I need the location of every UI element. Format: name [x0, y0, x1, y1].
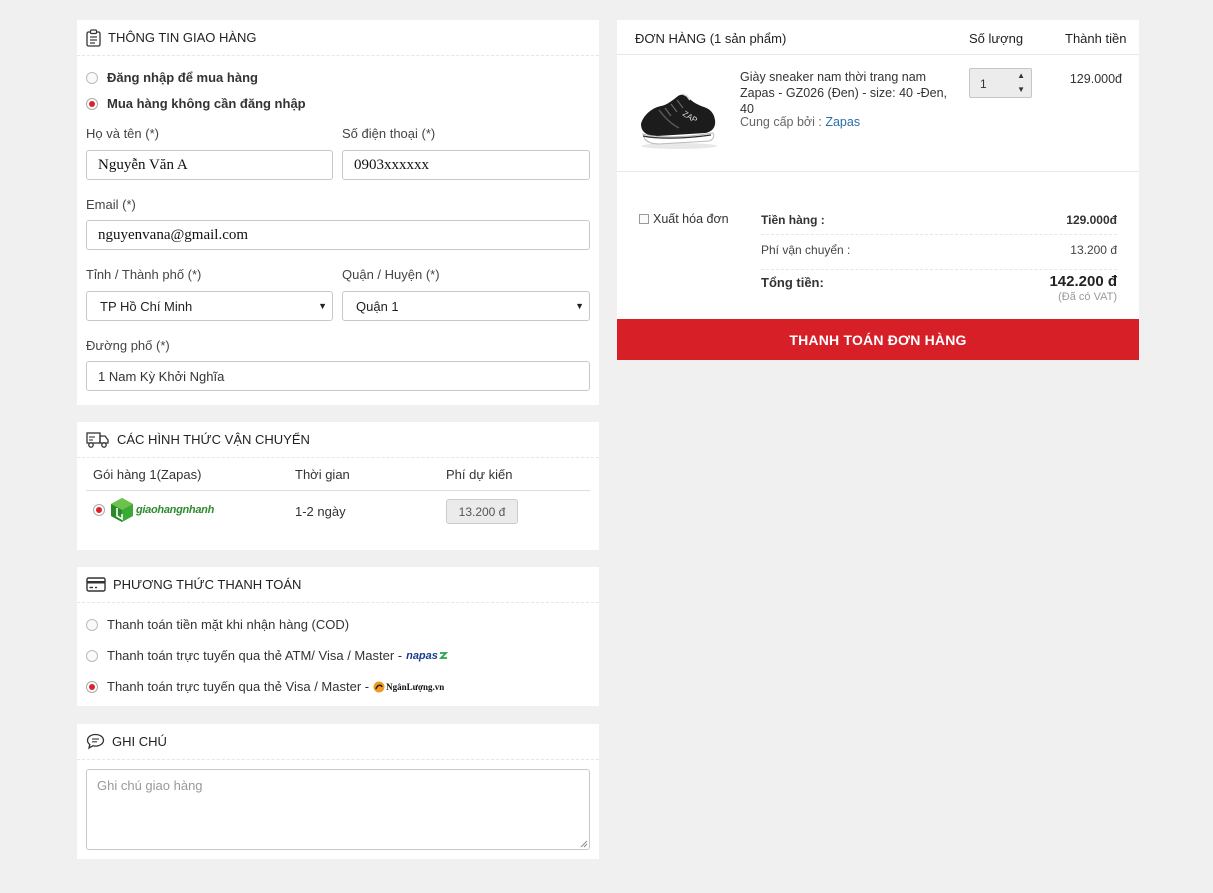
grand-total-value: 142.200 đ [1049, 273, 1117, 290]
guest-option-radio[interactable] [86, 97, 98, 110]
payment-title: PHƯƠNG THỨC THANH TOÁN [113, 577, 302, 592]
order-panel: ĐƠN HÀNG (1 sản phẩm) Số lượng Thành tiề… [617, 20, 1139, 319]
payment-visa-label: Thanh toán trực tuyến qua thẻ Visa / Mas… [107, 679, 370, 694]
clipboard-icon [86, 28, 101, 47]
shipping-info-header: THÔNG TIN GIAO HÀNG [77, 20, 599, 56]
supplier-link[interactable]: Zapas [825, 115, 860, 129]
notes-placeholder: Ghi chú giao hàng [97, 778, 203, 793]
phone-label: Số điện thoại (*) [342, 126, 436, 141]
invoice-label: Xuất hóa đơn [653, 212, 729, 226]
payment-option-cod[interactable]: Thanh toán tiền mặt khi nhận hàng (COD) [86, 617, 349, 632]
credit-card-icon [86, 577, 106, 592]
city-label: Tỉnh / Thành phố (*) [86, 267, 202, 282]
shipping-method-radio[interactable] [93, 504, 105, 516]
col-package: Gói hàng 1(Zapas) [93, 467, 202, 482]
line-total: 129.000đ [1069, 72, 1122, 86]
checkout-button[interactable]: THANH TOÁN ĐƠN HÀNG [617, 319, 1139, 360]
shipping-method-row[interactable]: giaohangnhanh [93, 497, 214, 523]
product-image[interactable]: ZAP [635, 80, 721, 158]
subtotal-value: 129.000đ [1066, 213, 1117, 227]
napas-swirl-icon [438, 651, 448, 660]
giaohangnhanh-logo-icon [110, 497, 134, 523]
guest-option-label: Mua hàng không cần đăng nhập [107, 96, 306, 111]
resize-handle-icon[interactable] [580, 840, 588, 848]
shipping-fee-badge: 13.200 đ [446, 499, 518, 524]
shipping-info-panel: THÔNG TIN GIAO HÀNG Đăng nhập để mua hàn… [77, 20, 599, 405]
payment-option-visa[interactable]: Thanh toán trực tuyến qua thẻ Visa / Mas… [86, 679, 444, 694]
divider [86, 490, 590, 491]
supplier-label: Cung cấp bởi : [740, 115, 822, 129]
col-time: Thời gian [295, 467, 350, 482]
grand-total-label: Tổng tiền: [761, 275, 824, 290]
notes-title: GHI CHÚ [112, 734, 167, 749]
carrier-name: giaohangnhanh [136, 504, 214, 516]
sneaker-icon: ZAP [641, 93, 717, 149]
quantity-value: 1 [980, 77, 987, 91]
guest-option[interactable]: Mua hàng không cần đăng nhập [86, 96, 306, 111]
product-supplier: Cung cấp bởi : Zapas [740, 115, 860, 129]
order-col-total: Thành tiền [1065, 31, 1127, 46]
shipping-info-title: THÔNG TIN GIAO HÀNG [108, 30, 257, 45]
street-label: Đường phố (*) [86, 338, 170, 353]
quantity-down-icon[interactable]: ▼ [1017, 85, 1025, 94]
payment-option-atm[interactable]: Thanh toán trực tuyến qua thẻ ATM/ Visa … [86, 648, 448, 663]
shipping-fee-value: 13.200 đ [1070, 243, 1117, 257]
district-select-value: Quận 1 [356, 298, 399, 314]
login-option-label: Đăng nhập để mua hàng [107, 70, 258, 85]
payment-cod-radio[interactable] [86, 618, 98, 631]
email-label: Email (*) [86, 197, 136, 212]
truck-icon [86, 431, 110, 449]
district-select[interactable]: Quận 1 ▼ [342, 291, 590, 321]
quantity-up-icon[interactable]: ▲ [1017, 71, 1025, 80]
payment-cod-label: Thanh toán tiền mặt khi nhận hàng (COD) [107, 617, 350, 632]
chat-bubble-icon [86, 733, 105, 750]
shipping-methods-header: CÁC HÌNH THỨC VẬN CHUYỂN [77, 422, 599, 458]
payment-atm-label: Thanh toán trực tuyến qua thẻ ATM/ Visa … [107, 648, 403, 663]
nganluong-logo: NgânLượng.vn [386, 681, 445, 692]
subtotal-label: Tiền hàng : [761, 213, 825, 227]
notes-textarea[interactable]: Ghi chú giao hàng [86, 769, 590, 850]
notes-header: GHI CHÚ [77, 724, 599, 760]
notes-panel: GHI CHÚ Ghi chú giao hàng [77, 724, 599, 859]
order-header: ĐƠN HÀNG (1 sản phẩm) Số lượng Thành tiề… [617, 20, 1139, 55]
invoice-checkbox[interactable] [639, 214, 649, 224]
shipping-fee-label: Phí vận chuyển : [761, 243, 851, 257]
chevron-down-icon: ▼ [575, 301, 584, 311]
city-select-value: TP Hồ Chí Minh [100, 298, 193, 314]
product-name[interactable]: Giày sneaker nam thời trang nam Zapas - … [740, 69, 958, 117]
invoice-checkbox-row[interactable]: Xuất hóa đơn [639, 212, 729, 226]
order-col-qty: Số lượng [969, 31, 1024, 46]
city-select[interactable]: TP Hồ Chí Minh ▼ [86, 291, 333, 321]
divider [761, 269, 1117, 270]
order-title: ĐƠN HÀNG (1 sản phẩm) [635, 31, 787, 46]
chevron-down-icon: ▼ [318, 301, 327, 311]
district-label: Quận / Huyện (*) [342, 267, 440, 282]
divider [617, 171, 1139, 172]
col-fee: Phí dự kiến [446, 467, 513, 482]
napas-logo: napas [406, 649, 438, 662]
email-field[interactable]: nguyenvana@gmail.com [86, 220, 590, 250]
payment-visa-radio[interactable] [86, 680, 98, 693]
name-field[interactable]: Nguyễn Văn A [86, 150, 333, 180]
shipping-time: 1-2 ngày [295, 504, 346, 519]
street-field[interactable]: 1 Nam Kỳ Khởi Nghĩa [86, 361, 590, 391]
login-option-radio[interactable] [86, 71, 98, 84]
divider [761, 234, 1117, 235]
vat-note: (Đã có VAT) [1058, 291, 1117, 303]
nganluong-logo-icon [373, 681, 385, 693]
name-label: Họ và tên (*) [86, 126, 159, 141]
payment-header: PHƯƠNG THỨC THANH TOÁN [77, 567, 599, 603]
shipping-methods-title: CÁC HÌNH THỨC VẬN CHUYỂN [117, 432, 310, 447]
quantity-stepper[interactable]: 1 ▲ ▼ [969, 68, 1032, 98]
login-option[interactable]: Đăng nhập để mua hàng [86, 70, 258, 85]
phone-field[interactable]: 0903xxxxxx [342, 150, 590, 180]
payment-atm-radio[interactable] [86, 649, 98, 662]
shipping-methods-panel: CÁC HÌNH THỨC VẬN CHUYỂN Gói hàng 1(Zapa… [77, 422, 599, 550]
payment-panel: PHƯƠNG THỨC THANH TOÁN Thanh toán tiền m… [77, 567, 599, 706]
